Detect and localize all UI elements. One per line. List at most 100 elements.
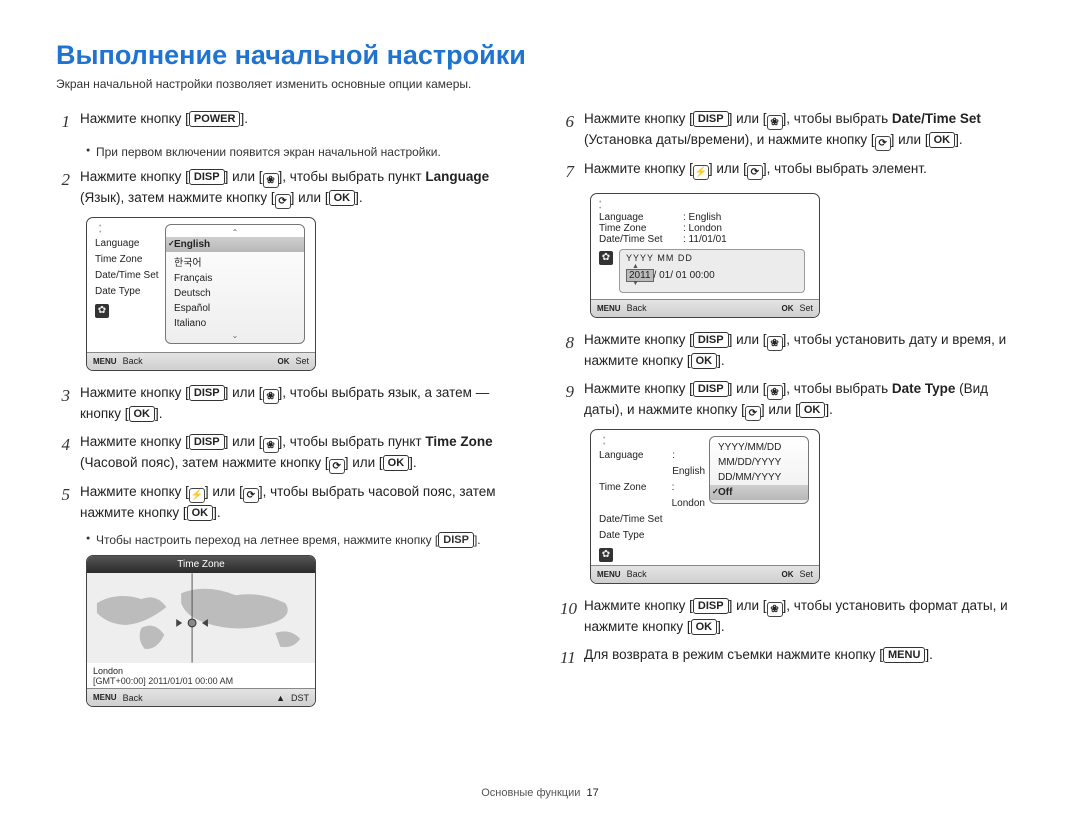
glyph-chip: ❀ — [263, 438, 279, 453]
gear-icon: ✿ — [95, 304, 109, 318]
step-row: 4 Нажмите кнопку [DISP] или [❀], чтобы в… — [56, 432, 516, 474]
lang-option[interactable]: Français — [166, 271, 304, 286]
step-number: 4 — [56, 432, 70, 474]
gear-icon: ✿ — [599, 548, 613, 562]
step-number: 11 — [560, 645, 574, 671]
page-subtitle: Экран начальной настройки позволяет изме… — [56, 77, 1024, 91]
screen-timezone: Time Zone London — [86, 555, 516, 707]
lang-option[interactable]: English — [166, 237, 304, 252]
step-number: 2 — [56, 167, 70, 209]
ok-tag: OK — [277, 357, 289, 366]
screen-date-type: •• Language: EnglishTime Zone: LondonDat… — [590, 429, 1020, 584]
button-chip: DISP — [693, 111, 729, 127]
step-text: Нажмите кнопку [POWER]. — [80, 109, 248, 135]
lang-option[interactable]: Español — [166, 301, 304, 316]
step-text: Нажмите кнопку [DISP] или [❀], чтобы выб… — [584, 379, 1020, 421]
tz-detail: [GMT+00:00] 2011/01/01 00:00 AM — [93, 676, 309, 686]
foot-back[interactable]: Back — [627, 303, 647, 313]
left-column: 1 Нажмите кнопку [POWER]. При первом вкл… — [56, 109, 516, 719]
side-item[interactable]: Date/Time Set — [95, 268, 161, 284]
button-chip: OK — [929, 132, 956, 148]
step-number: 3 — [56, 383, 70, 424]
side-item[interactable]: Time Zone — [95, 252, 161, 268]
step-text: Нажмите кнопку [⚡] или [⟳], чтобы выбрат… — [584, 159, 927, 185]
datetype-option[interactable]: YYYY/MM/DD — [710, 440, 808, 455]
step-number: 1 — [56, 109, 70, 135]
tz-city: London — [93, 666, 309, 676]
glyph-chip: ⟳ — [275, 194, 291, 209]
step-bullet: При первом включении появится экран нача… — [86, 143, 516, 161]
kv-key[interactable]: Language — [599, 212, 677, 223]
kv-key[interactable]: Date/Time Set — [599, 234, 677, 245]
side-item[interactable]: Language — [95, 236, 161, 252]
step-number: 7 — [560, 159, 574, 185]
step-text: Нажмите кнопку [DISP] или [❀], чтобы выб… — [80, 167, 516, 209]
kv-val: : 11/01/01 — [677, 234, 811, 245]
step-number: 5 — [56, 482, 70, 523]
datetype-option[interactable]: MM/DD/YYYY — [710, 455, 808, 470]
foot-set[interactable]: Set — [799, 303, 813, 313]
button-chip: DISP — [189, 169, 225, 185]
side-item[interactable]: Date/Time Set — [599, 512, 677, 528]
page-title: Выполнение начальной настройки — [56, 40, 1024, 71]
foot-dst[interactable]: DST — [291, 693, 309, 703]
step-text: Нажмите кнопку [DISP] или [❀], чтобы выб… — [584, 109, 1020, 151]
glyph-chip: ❀ — [263, 173, 279, 188]
step-row: 6 Нажмите кнопку [DISP] или [❀], чтобы в… — [560, 109, 1020, 151]
glyph-chip: ❀ — [767, 336, 783, 351]
button-chip: DISP — [693, 332, 729, 348]
glyph-chip: ⚡ — [693, 165, 709, 180]
button-chip: DISP — [189, 434, 225, 450]
datetype-option[interactable]: Off — [710, 485, 808, 500]
step-text: Нажмите кнопку [DISP] или [❀], чтобы уст… — [584, 330, 1020, 371]
step-row: 2 Нажмите кнопку [DISP] или [❀], чтобы в… — [56, 167, 516, 209]
screen-language: •• LanguageTime ZoneDate/Time SetDate Ty… — [86, 217, 516, 371]
step-row: 8 Нажмите кнопку [DISP] или [❀], чтобы у… — [560, 330, 1020, 371]
button-chip: DISP — [693, 381, 729, 397]
datetype-option[interactable]: DD/MM/YYYY — [710, 470, 808, 485]
button-chip: OK — [691, 619, 718, 635]
tz-title: Time Zone — [87, 556, 315, 573]
button-chip: DISP — [693, 598, 729, 614]
screen-datetime-set: •• Language: EnglishTime Zone: LondonDat… — [590, 193, 1020, 318]
foot-back[interactable]: Back — [123, 693, 143, 703]
glyph-chip: ❀ — [767, 115, 783, 130]
foot-back[interactable]: Back — [627, 569, 647, 579]
step-row: 10 Нажмите кнопку [DISP] или [❀], чтобы … — [560, 596, 1020, 637]
step-number: 6 — [560, 109, 574, 151]
step-text: Нажмите кнопку [DISP] или [❀], чтобы уст… — [584, 596, 1020, 637]
foot-back[interactable]: Back — [123, 356, 143, 366]
button-chip: OK — [799, 402, 826, 418]
gear-icon: ✿ — [599, 251, 613, 265]
step-text: Для возврата в режим съемки нажмите кноп… — [584, 645, 933, 671]
step-row: 1 Нажмите кнопку [POWER]. — [56, 109, 516, 135]
side-item[interactable]: Time Zone — [599, 480, 666, 512]
step-number: 8 — [560, 330, 574, 371]
kv-key[interactable]: Time Zone — [599, 223, 677, 234]
button-chip: OK — [129, 406, 156, 422]
glyph-chip: ❀ — [767, 602, 783, 617]
side-item[interactable]: Date Type — [95, 284, 161, 300]
step-text: Нажмите кнопку [DISP] или [❀], чтобы выб… — [80, 432, 516, 474]
button-chip: OK — [187, 505, 214, 521]
glyph-chip: ⟳ — [875, 136, 891, 151]
step-number: 9 — [560, 379, 574, 421]
glyph-chip: ⟳ — [329, 459, 345, 474]
footer-page-number: 17 — [587, 787, 599, 799]
step-text: Нажмите кнопку [DISP] или [❀], чтобы выб… — [80, 383, 516, 424]
lang-option[interactable]: 한국어 — [166, 252, 304, 271]
button-chip: OK — [691, 353, 718, 369]
foot-set[interactable]: Set — [799, 569, 813, 579]
kv-val: : London — [677, 223, 811, 234]
step-row: 7 Нажмите кнопку [⚡] или [⟳], чтобы выбр… — [560, 159, 1020, 185]
world-map[interactable] — [87, 573, 315, 663]
date-editor[interactable]: YYYY MM DD ▲ 2011/ 01/ 01 00:00 ▼ — [619, 249, 805, 293]
lang-option[interactable]: Italiano — [166, 316, 304, 331]
menu-tag: MENU — [93, 357, 117, 366]
lang-option[interactable]: Deutsch — [166, 286, 304, 301]
step-row: 3 Нажмите кнопку [DISP] или [❀], чтобы в… — [56, 383, 516, 424]
foot-set[interactable]: Set — [295, 356, 309, 366]
side-item[interactable]: Language — [599, 448, 666, 480]
glyph-chip: ⟳ — [745, 406, 761, 421]
side-item[interactable]: Date Type — [599, 528, 677, 544]
